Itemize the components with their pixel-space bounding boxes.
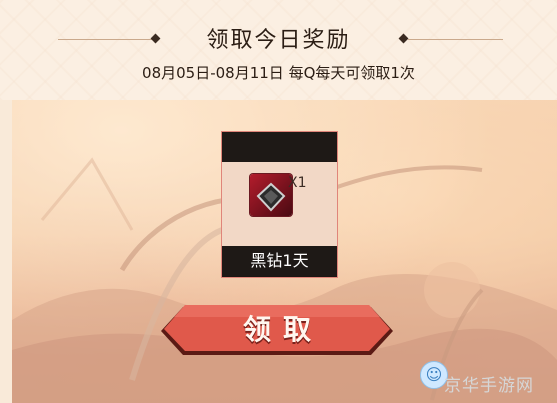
title-row: 领取今日奖励 (0, 22, 557, 58)
item-quantity: X1 (288, 175, 307, 191)
black-diamond-icon (250, 174, 292, 216)
watermark-text: 京华手游网 (444, 376, 534, 396)
item-card-body: X1 (222, 162, 337, 246)
date-range-text: 08月05日-08月11日 每Q每天可领取1次 (142, 64, 415, 82)
page-title: 领取今日奖励 (206, 28, 351, 53)
item-card-header (222, 132, 337, 162)
title-divider-right (408, 39, 503, 40)
site-watermark: ☺ 京华手游网 (420, 357, 557, 403)
claim-button-label: 领取 (242, 314, 323, 345)
claim-button[interactable]: 领取 (161, 301, 393, 359)
item-name-label: 黑钻1天 (222, 246, 337, 276)
reward-item-card[interactable]: X1 黑钻1天 (221, 131, 338, 278)
